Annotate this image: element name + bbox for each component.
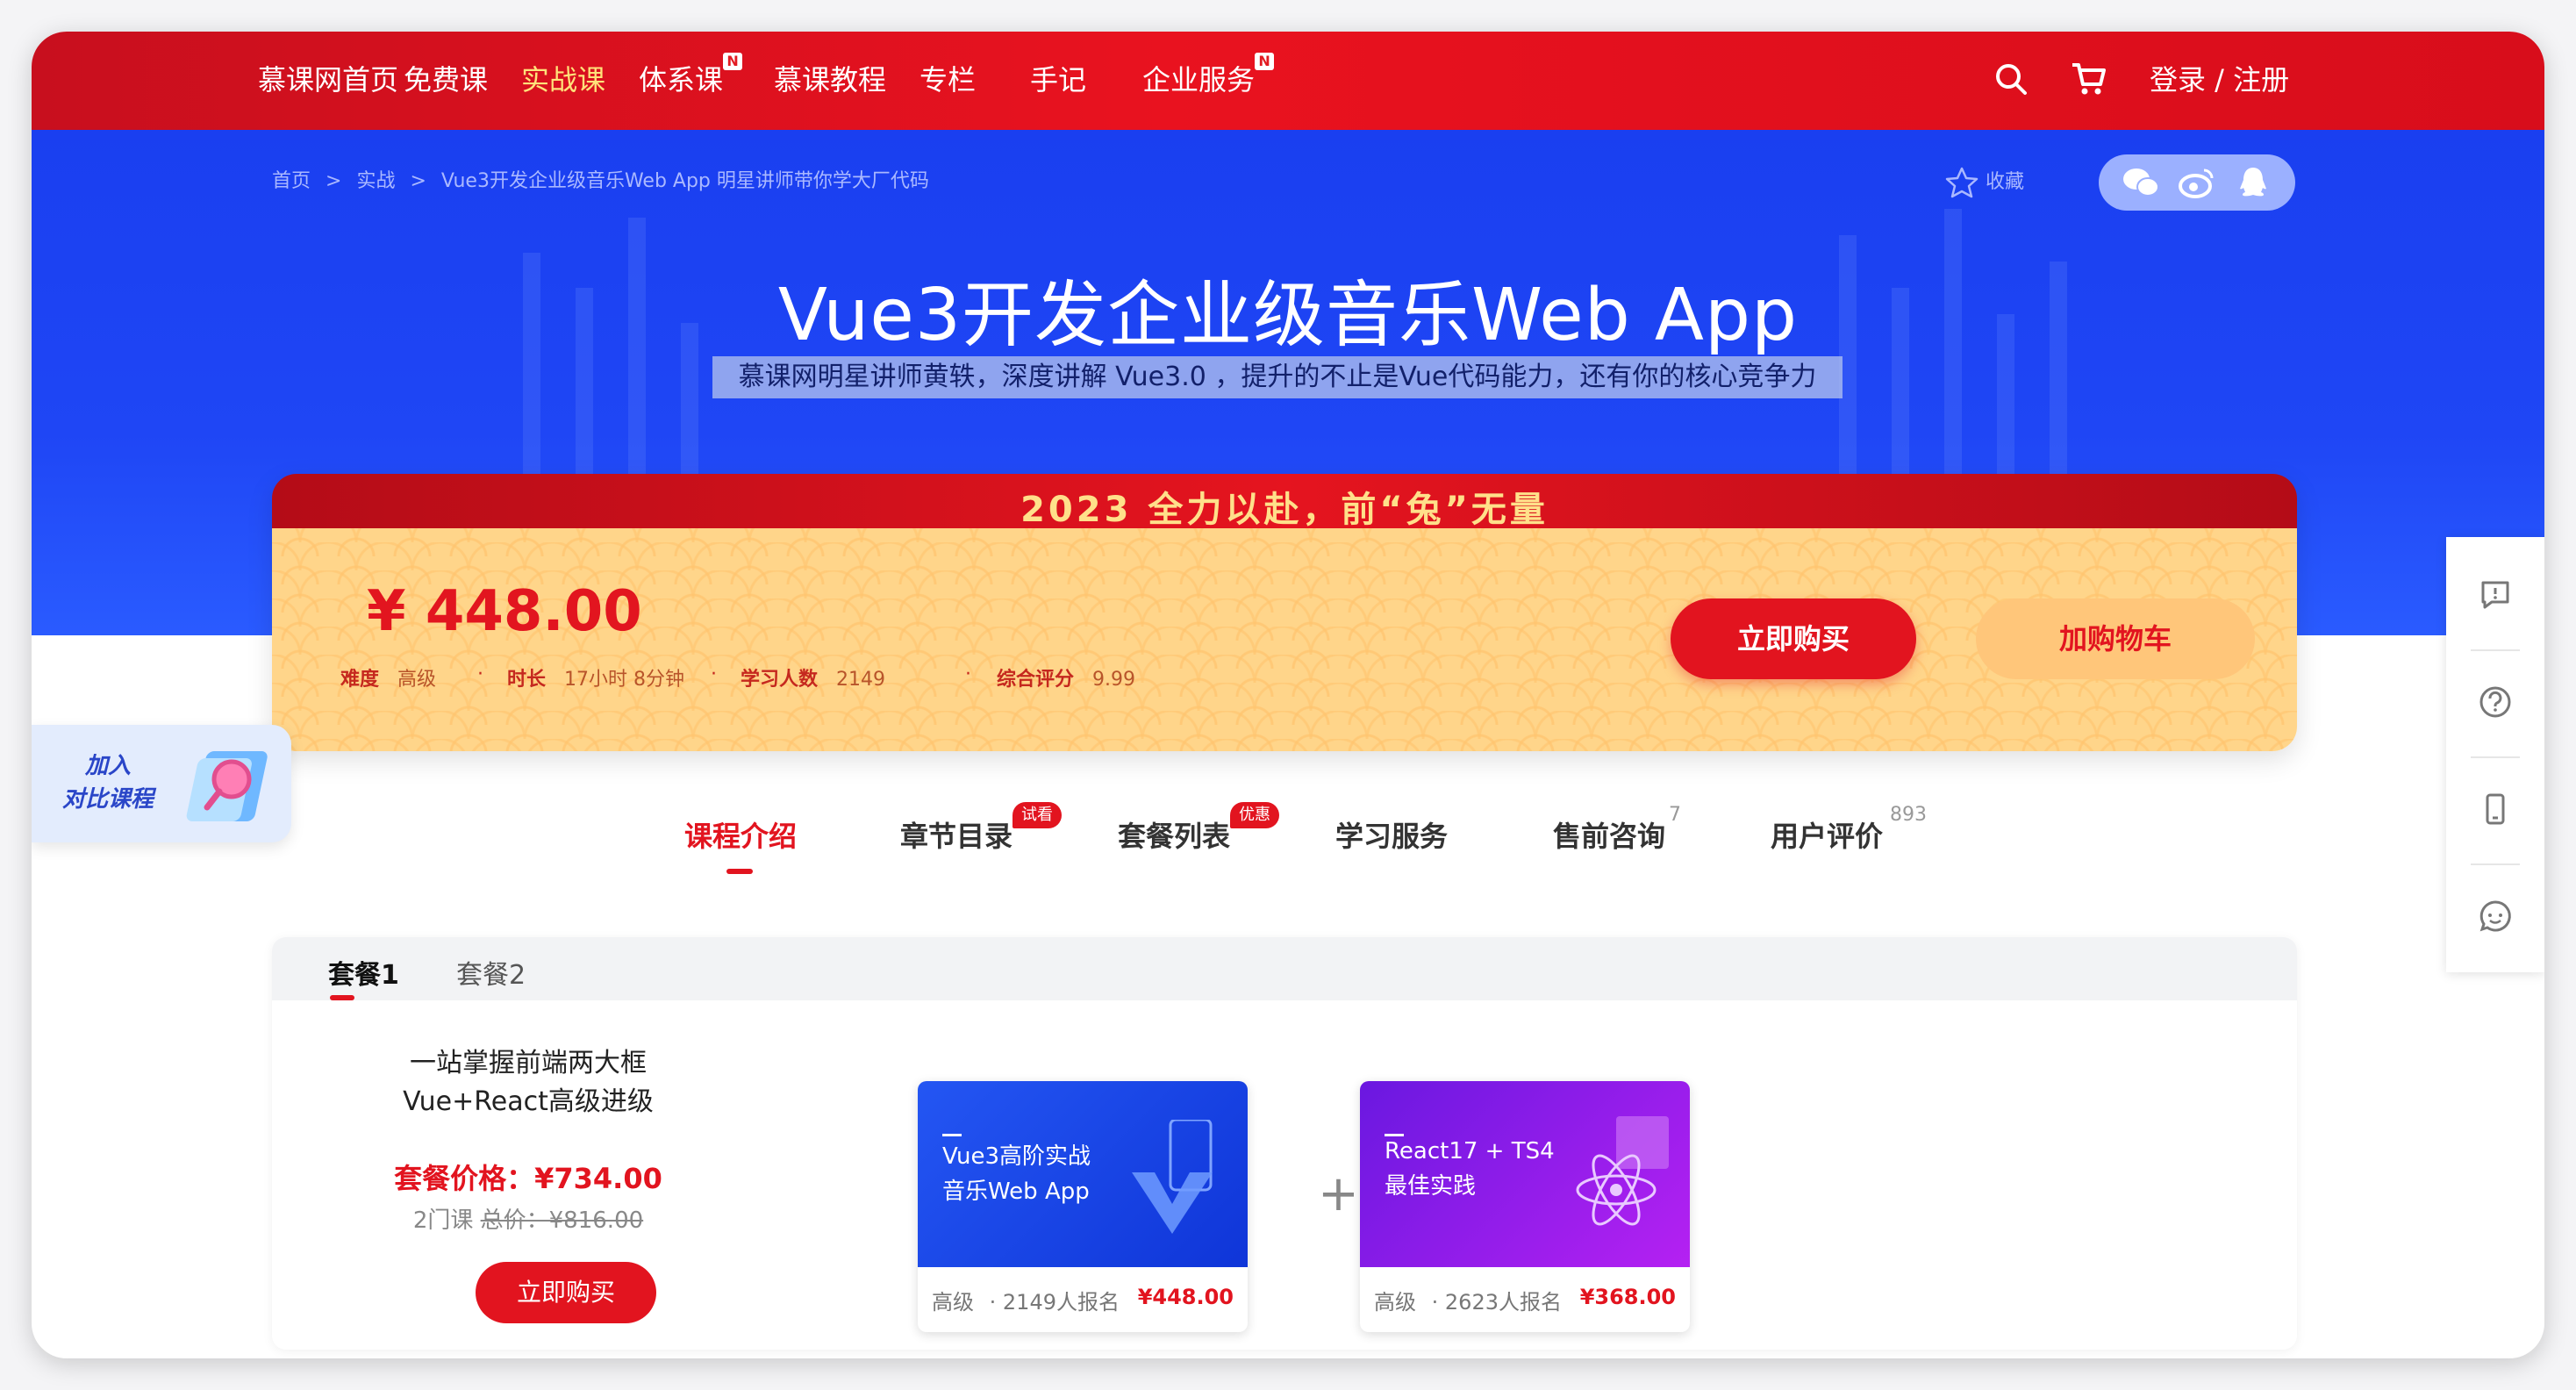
- nav-item-home[interactable]: 慕课网首页: [258, 58, 398, 98]
- mobile-icon: [2486, 793, 2505, 825]
- breadcrumb-current: Vue3开发企业级音乐Web App 明星讲师带你学大厂代码: [440, 170, 929, 192]
- tab-learning-service[interactable]: 学习服务: [1335, 814, 1448, 855]
- tab-presale-consult[interactable]: 售前咨询 7: [1553, 804, 1681, 855]
- nav-item-practical[interactable]: 实战课: [521, 58, 605, 98]
- course-footer: 高级 · 2149人报名 ¥448.00: [932, 1285, 1234, 1315]
- preview-badge: 试看: [1013, 802, 1062, 828]
- compare-course-label: 加入 对比课程: [61, 753, 154, 813]
- tab-user-reviews[interactable]: 用户评价 893: [1771, 804, 1927, 855]
- nav-item-system[interactable]: 体系课 N: [639, 53, 743, 98]
- promo-banner-text: 2023 全力以赴，前“兔”无量: [1020, 490, 1549, 530]
- discount-badge: 优惠: [1230, 802, 1279, 828]
- breadcrumb-home[interactable]: 首页: [272, 170, 311, 192]
- meta-dot: ·: [965, 663, 971, 685]
- chat-icon: [2479, 900, 2511, 932]
- nav-item-column[interactable]: 专栏: [919, 58, 976, 98]
- course-cover: React17 + TS4 最佳实践: [1360, 1081, 1690, 1267]
- course-cover-title: Vue3高阶实战 音乐Web App: [942, 1143, 1091, 1205]
- course-cover: Vue3高阶实战 音乐Web App: [918, 1081, 1248, 1267]
- course-price: ¥368.00: [1579, 1285, 1676, 1309]
- meta-learners: 学习人数 2149: [741, 669, 885, 691]
- react-logo-icon: [1576, 1116, 1669, 1226]
- tab-course-intro[interactable]: 课程介绍: [684, 814, 797, 855]
- feedback-icon: [2481, 581, 2509, 609]
- active-package-indicator: [330, 995, 354, 1000]
- tab-packages[interactable]: 套餐列表 优惠: [1118, 802, 1279, 855]
- promo-banner: 2023 全力以赴，前“兔”无量: [272, 474, 2297, 530]
- breadcrumb-practical[interactable]: 实战: [356, 170, 395, 192]
- package-total: 2门课 总价：¥816.00: [335, 1202, 721, 1235]
- course-card-vue3[interactable]: Vue3高阶实战 音乐Web App 高级 · 2149人报名 ¥448.00: [918, 1081, 1248, 1332]
- mobile-app-button[interactable]: [2446, 758, 2544, 860]
- buy-now-button[interactable]: 立即购买: [1671, 598, 1916, 679]
- price-card: 2023 全力以赴，前“兔”无量 ¥ 448.00 难度 高级 · 时长 17小…: [272, 474, 2297, 751]
- package-panel: 套餐1 套餐2 一站掌握前端两大框 Vue+React高级进级 套餐价格：¥73…: [272, 937, 2297, 1350]
- course-subtitle: 慕课网明星讲师黄轶，深度讲解 Vue3.0 ，提升的不止是Vue代码能力，还有你…: [712, 356, 1843, 398]
- nav-item-notes[interactable]: 手记: [1030, 58, 1086, 98]
- course-title: Vue3开发企业级音乐Web App: [777, 274, 1799, 357]
- course-enrolled: · 2149人报名: [989, 1290, 1120, 1315]
- help-button[interactable]: [2446, 651, 2544, 753]
- collect-button[interactable]: 收藏: [1944, 165, 2024, 200]
- course-price: ¥448.00: [1137, 1285, 1234, 1309]
- star-icon: [1945, 167, 1979, 198]
- nav-item-enterprise[interactable]: 企业服务 N: [1142, 53, 1275, 98]
- new-badge: N: [723, 53, 743, 70]
- package-title: 一站掌握前端两大框 Vue+React高级进级: [403, 1048, 654, 1117]
- course-card-react[interactable]: React17 + TS4 最佳实践 高级 · 2623人报名 ¥368.00: [1360, 1081, 1690, 1332]
- course-footer: 高级 · 2623人报名 ¥368.00: [1374, 1285, 1676, 1315]
- course-price: ¥ 448.00: [367, 579, 642, 644]
- meta-dot: ·: [711, 663, 717, 685]
- help-icon: [2479, 686, 2511, 718]
- wechat-icon[interactable]: [2122, 165, 2160, 200]
- package-tab-2[interactable]: 套餐2: [456, 953, 526, 992]
- meta-duration: 时长 17小时 8分钟: [507, 669, 684, 691]
- review-count: 893: [1890, 804, 1927, 826]
- tab-chapters[interactable]: 章节目录 试看: [900, 802, 1062, 855]
- feedback-button[interactable]: [2446, 544, 2544, 646]
- search-icon[interactable]: [1990, 58, 2032, 100]
- course-enrolled: · 2623人报名: [1431, 1290, 1562, 1315]
- meta-difficulty: 难度 高级: [340, 669, 437, 691]
- plus-sign: +: [1318, 1165, 1359, 1222]
- package-course-count: 2门课: [412, 1207, 474, 1234]
- package-tab-1[interactable]: 套餐1: [328, 953, 399, 992]
- course-cover-title: React17 + TS4 最佳实践: [1385, 1138, 1555, 1200]
- browser-window: 慕课网首页 免费课 实战课 体系课 N 慕课教程 专栏 手记 企业服务 N 登录 /…: [32, 32, 2544, 1358]
- login-register-link[interactable]: 登录 / 注册: [2150, 58, 2289, 98]
- course-level: 高级: [932, 1290, 974, 1315]
- package-original-total: 总价：¥816.00: [480, 1207, 644, 1234]
- course-level: 高级: [1374, 1290, 1416, 1315]
- cover-dash: [942, 1134, 962, 1136]
- breadcrumb: 首页 > 实战 > Vue3开发企业级音乐Web App 明星讲师带你学大厂代码: [272, 170, 929, 192]
- new-badge: N: [1255, 53, 1275, 70]
- meta-rating: 综合评分 9.99: [997, 669, 1135, 691]
- consult-count: 7: [1669, 804, 1681, 826]
- side-toolbar: [2446, 537, 2544, 972]
- cart-icon[interactable]: [2067, 58, 2109, 100]
- chat-button[interactable]: [2446, 865, 2544, 967]
- package-tabs: 套餐1 套餐2: [272, 937, 2297, 1000]
- active-tab-indicator: [726, 869, 753, 874]
- nav-item-free[interactable]: 免费课: [404, 58, 488, 98]
- share-bar: [2099, 154, 2295, 211]
- package-price: 套餐价格：¥734.00: [394, 1162, 662, 1195]
- weibo-icon[interactable]: [2178, 165, 2216, 200]
- nav-item-tutorial[interactable]: 慕课教程: [774, 58, 886, 98]
- meta-dot: ·: [477, 663, 483, 685]
- qq-icon[interactable]: [2236, 165, 2271, 200]
- compare-course-widget[interactable]: 加入 对比课程: [32, 725, 291, 842]
- package-buy-button[interactable]: 立即购买: [476, 1262, 656, 1323]
- magnifier-icon: [186, 751, 268, 821]
- top-nav: 慕课网首页 免费课 实战课 体系课 N 慕课教程 专栏 手记 企业服务 N 登录 /…: [32, 32, 2544, 130]
- vue-logo-icon: [1132, 1120, 1213, 1234]
- add-to-cart-button[interactable]: 加购物车: [1976, 598, 2255, 679]
